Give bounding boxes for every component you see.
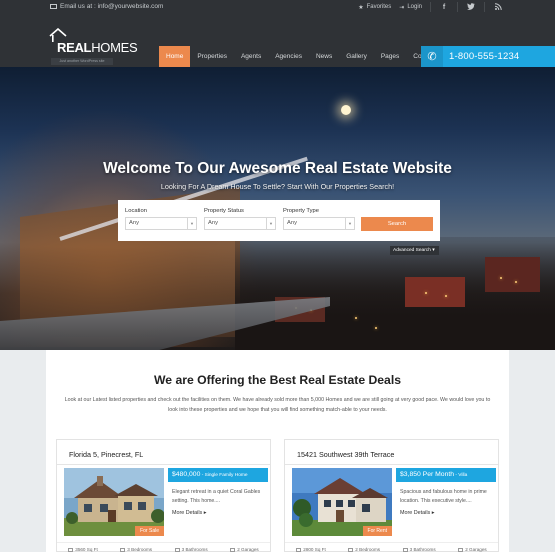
status-field: Property Status Any ▼: [204, 208, 276, 230]
search-button[interactable]: Search: [361, 217, 433, 231]
moon-graphic: [341, 105, 351, 115]
property-title[interactable]: Florida 5, Pinecrest, FL: [69, 450, 143, 459]
facebook-icon[interactable]: f: [439, 4, 449, 11]
type-select[interactable]: Any ▼: [283, 217, 355, 230]
top-right-links: ★ Favorites ⇥ Login f: [358, 2, 503, 12]
location-field: Location Any ▼: [125, 208, 197, 230]
location-select[interactable]: Any ▼: [125, 217, 197, 230]
bathrooms-meta: 3 Bathrooms: [402, 546, 436, 552]
more-details-link[interactable]: More Details ▸: [172, 510, 206, 516]
phone-icon: ✆: [421, 46, 443, 67]
envelope-icon: [50, 4, 57, 9]
status-badge: For Sale: [135, 526, 164, 536]
chevron-down-icon: ▼: [187, 218, 196, 229]
property-title[interactable]: 15421 Southwest 39th Terrace: [297, 450, 394, 459]
nav-item-news[interactable]: News: [309, 46, 339, 67]
main-nav: Home Properties Agents Agencies News Gal…: [159, 46, 443, 67]
top-bar: Email us at : info@yourwebsite.com ★ Fav…: [0, 0, 555, 16]
type-label: Property Type: [283, 208, 319, 214]
site-header: Email us at : info@yourwebsite.com ★ Fav…: [0, 0, 555, 67]
bed-icon: [348, 547, 354, 552]
property-description: Spacious and fabulous home in prime loca…: [400, 489, 487, 504]
area-icon: [296, 547, 302, 552]
status-badge: For Rent: [362, 526, 392, 536]
property-meta: 3560 Sq Ft 3 Bedrooms 3 Bathrooms 2 Gara…: [57, 542, 270, 552]
area-meta: 2800 Sq Ft: [296, 546, 326, 552]
divider: [57, 464, 270, 465]
email-contact[interactable]: Email us at : info@yourwebsite.com: [50, 3, 163, 10]
property-description: Elegant retreat in a quiet Coral Gables …: [172, 489, 261, 504]
bedrooms-meta: 2 Bedrooms: [348, 546, 380, 552]
login-label: Login: [407, 4, 422, 10]
property-search-form: Location Any ▼ Property Status Any ▼ Pro…: [118, 200, 440, 241]
divider: [484, 2, 485, 12]
nav-item-pages[interactable]: Pages: [374, 46, 406, 67]
star-icon: ★: [358, 4, 364, 11]
chevron-right-icon: ▸: [431, 510, 435, 516]
nav-item-home[interactable]: Home: [159, 46, 191, 67]
logo-tagline: Just another WordPress site: [51, 58, 113, 65]
phone-banner[interactable]: ✆ 1-800-555-1234: [421, 46, 555, 67]
price-badge: $480,000 - Single Family Home: [168, 468, 268, 482]
chevron-down-icon: ▼: [266, 218, 275, 229]
favorites-link[interactable]: ★ Favorites: [358, 4, 391, 11]
featured-section: We are Offering the Best Real Estate Dea…: [46, 350, 509, 552]
nav-item-gallery[interactable]: Gallery: [339, 46, 374, 67]
divider: [430, 2, 431, 12]
favorites-label: Favorites: [366, 4, 392, 10]
nav-item-agencies[interactable]: Agencies: [268, 46, 309, 67]
chevron-down-icon: ▼: [345, 218, 354, 229]
advanced-search-toggle[interactable]: Advanced Search ▾: [390, 246, 439, 255]
bed-icon: [120, 547, 126, 552]
bathrooms-meta: 3 Bathrooms: [174, 546, 208, 552]
property-image[interactable]: For Rent: [292, 468, 392, 536]
status-select[interactable]: Any ▼: [204, 217, 276, 230]
area-meta: 3560 Sq Ft: [68, 546, 98, 552]
more-details-link[interactable]: More Details ▸: [400, 510, 434, 516]
email-text: Email us at : info@yourwebsite.com: [60, 3, 164, 10]
divider: [285, 464, 498, 465]
chevron-down-icon: ▾: [432, 248, 435, 253]
property-card[interactable]: Florida 5, Pinecrest, FL For Sale $480,0…: [56, 439, 271, 552]
twitter-icon[interactable]: [466, 2, 476, 12]
login-link[interactable]: ⇥ Login: [399, 4, 422, 11]
property-image[interactable]: For Sale: [64, 468, 164, 536]
car-icon: [458, 547, 464, 552]
type-field: Property Type Any ▼: [283, 208, 355, 230]
login-icon: ⇥: [399, 4, 405, 11]
rss-icon[interactable]: [493, 2, 503, 12]
divider: [457, 2, 458, 12]
bedrooms-meta: 3 Bedrooms: [120, 546, 152, 552]
section-title: We are Offering the Best Real Estate Dea…: [154, 373, 401, 387]
area-icon: [68, 547, 74, 552]
phone-number: 1-800-555-1234: [449, 51, 520, 62]
nav-item-properties[interactable]: Properties: [190, 46, 234, 67]
bath-icon: [174, 547, 180, 552]
garages-meta: 2 Garages: [230, 546, 259, 552]
chevron-right-icon: ▸: [203, 510, 207, 516]
logo-text: REALHOMES: [57, 40, 138, 55]
location-label: Location: [125, 208, 147, 214]
hero-title: Welcome To Our Awesome Real Estate Websi…: [103, 160, 452, 177]
price-badge: $3,850 Per Month - Villa: [396, 468, 496, 482]
hero-banner: Welcome To Our Awesome Real Estate Websi…: [0, 67, 555, 350]
hero-subtitle: Looking For A Dream House To Settle? Sta…: [160, 182, 395, 191]
garages-meta: 2 Garages: [458, 546, 487, 552]
property-card[interactable]: 15421 Southwest 39th Terrace For Rent $3…: [284, 439, 499, 552]
bath-icon: [402, 547, 408, 552]
status-label: Property Status: [204, 208, 244, 214]
section-description: Look at our Latest listed properties and…: [64, 397, 491, 413]
car-icon: [230, 547, 236, 552]
property-meta: 2800 Sq Ft 2 Bedrooms 3 Bathrooms 2 Gara…: [285, 542, 498, 552]
nav-item-agents[interactable]: Agents: [234, 46, 268, 67]
